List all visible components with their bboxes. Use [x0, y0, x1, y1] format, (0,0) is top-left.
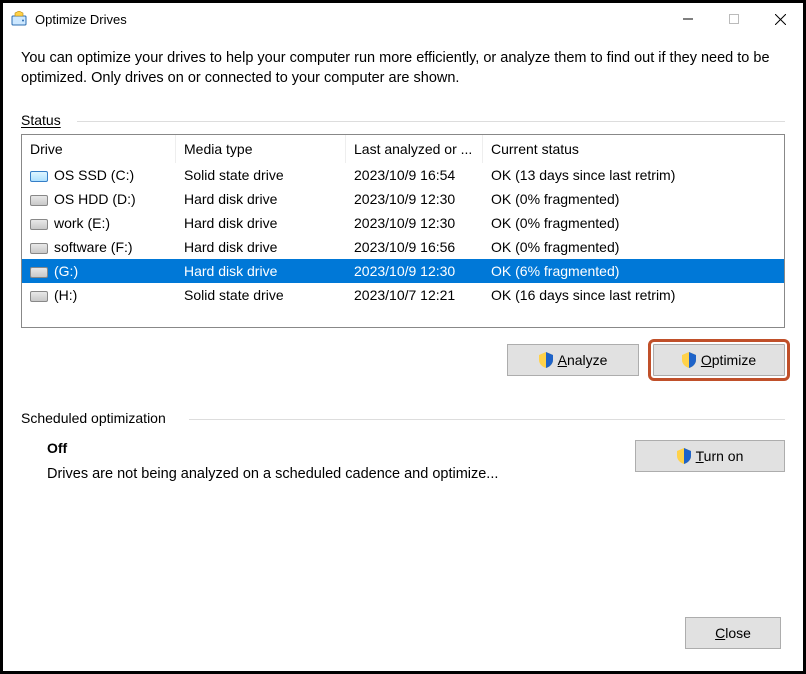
col-media[interactable]: Media type — [176, 135, 346, 163]
schedule-state: Off — [47, 440, 615, 456]
shield-icon — [677, 448, 691, 464]
analyze-button[interactable]: Analyze — [507, 344, 639, 376]
hdd-drive-icon — [30, 216, 48, 230]
cell-drive: (H:) — [22, 287, 176, 303]
minimize-button[interactable] — [665, 4, 711, 34]
col-status[interactable]: Current status — [483, 135, 784, 163]
cell-media: Solid state drive — [176, 287, 346, 303]
cell-status: OK (0% fragmented) — [483, 215, 784, 231]
drive-name: work (E:) — [54, 215, 110, 231]
cell-last: 2023/10/9 12:30 — [346, 263, 483, 279]
drive-name: OS SSD (C:) — [54, 167, 134, 183]
cell-media: Hard disk drive — [176, 191, 346, 207]
col-last[interactable]: Last analyzed or ... — [346, 135, 483, 163]
cell-status: OK (16 days since last retrim) — [483, 287, 784, 303]
table-row[interactable]: software (F:) Hard disk drive2023/10/9 16… — [22, 235, 784, 259]
intro-text: You can optimize your drives to help you… — [21, 49, 785, 88]
table-row[interactable]: OS HDD (D:) Hard disk drive2023/10/9 12:3… — [22, 187, 784, 211]
drive-name: software (F:) — [54, 239, 133, 255]
app-icon — [11, 11, 27, 27]
close-button[interactable]: Close — [685, 617, 781, 649]
ssd-drive-icon — [30, 168, 48, 182]
cell-media: Hard disk drive — [176, 263, 346, 279]
hdd-drive-icon — [30, 240, 48, 254]
title-bar: Optimize Drives — [3, 3, 803, 35]
cell-status: OK (0% fragmented) — [483, 191, 784, 207]
window-title: Optimize Drives — [35, 12, 127, 27]
cell-drive: work (E:) — [22, 215, 176, 231]
cell-media: Hard disk drive — [176, 239, 346, 255]
hdd-drive-icon — [30, 192, 48, 206]
shield-icon — [539, 352, 553, 368]
cell-media: Hard disk drive — [176, 215, 346, 231]
status-section-label: Status — [21, 112, 785, 128]
drive-name: (G:) — [54, 263, 78, 279]
cell-media: Solid state drive — [176, 167, 346, 183]
cell-last: 2023/10/9 12:30 — [346, 215, 483, 231]
drive-name: (H:) — [54, 287, 77, 303]
cell-drive: OS HDD (D:) — [22, 191, 176, 207]
col-drive[interactable]: Drive — [22, 135, 176, 163]
scheduled-section-label: Scheduled optimization — [21, 410, 785, 426]
cell-last: 2023/10/7 12:21 — [346, 287, 483, 303]
hdd-drive-icon — [30, 264, 48, 278]
cell-status: OK (6% fragmented) — [483, 263, 784, 279]
cell-drive: (G:) — [22, 263, 176, 279]
shield-icon — [682, 352, 696, 368]
table-row[interactable]: OS SSD (C:) Solid state drive2023/10/9 16… — [22, 163, 784, 187]
drives-table: Drive Media type Last analyzed or ... Cu… — [21, 134, 785, 328]
cell-status: OK (0% fragmented) — [483, 239, 784, 255]
table-row[interactable]: work (E:) Hard disk drive2023/10/9 12:30O… — [22, 211, 784, 235]
turn-on-button[interactable]: Turn on — [635, 440, 785, 472]
cell-drive: software (F:) — [22, 239, 176, 255]
drive-name: OS HDD (D:) — [54, 191, 136, 207]
cell-last: 2023/10/9 16:56 — [346, 239, 483, 255]
cell-drive: OS SSD (C:) — [22, 167, 176, 183]
optimize-button[interactable]: Optimize — [653, 344, 785, 376]
cell-status: OK (13 days since last retrim) — [483, 167, 784, 183]
hdd-drive-icon — [30, 288, 48, 302]
schedule-desc: Drives are not being analyzed on a sched… — [47, 466, 615, 482]
maximize-button — [711, 4, 757, 34]
cell-last: 2023/10/9 16:54 — [346, 167, 483, 183]
table-row[interactable]: (H:) Solid state drive2023/10/7 12:21OK (… — [22, 283, 784, 307]
close-window-button[interactable] — [757, 4, 803, 34]
cell-last: 2023/10/9 12:30 — [346, 191, 483, 207]
table-header: Drive Media type Last analyzed or ... Cu… — [22, 135, 784, 163]
table-row[interactable]: (G:) Hard disk drive2023/10/9 12:30OK (6%… — [22, 259, 784, 283]
